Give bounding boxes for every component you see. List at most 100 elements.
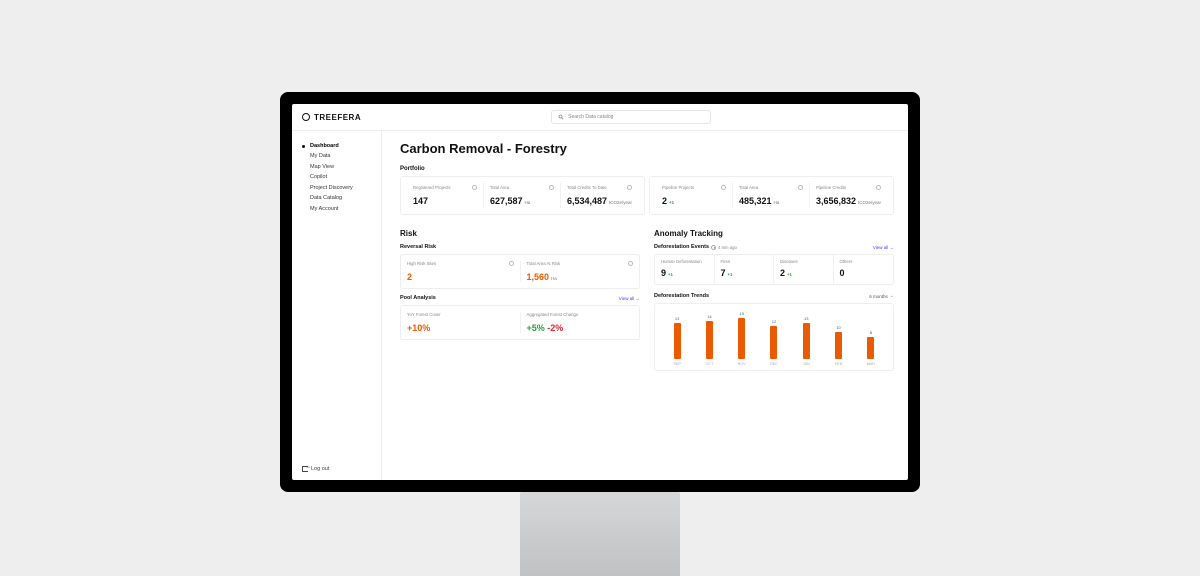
info-icon[interactable] bbox=[876, 185, 881, 190]
sidebar-item-copilot[interactable]: Copilot bbox=[302, 172, 381, 182]
risk-column: Risk Reversal Risk High Risk Sites 2 bbox=[400, 229, 640, 371]
event-label: Others bbox=[840, 259, 888, 264]
stat-value: 485,321 bbox=[739, 196, 772, 206]
stat-unit: tCO2e/year bbox=[609, 200, 632, 205]
pool-analysis-panel: YoY Forest Cover +10% Aggregated Forest … bbox=[400, 305, 640, 340]
bar-chart: 13SEP14OCT15NOV12DEC13JAN10FEB8MAR bbox=[661, 310, 887, 366]
event-value: 2 bbox=[780, 268, 785, 278]
bar-value: 10 bbox=[836, 325, 840, 330]
bar-item: 14 OCT bbox=[698, 314, 720, 367]
info-icon[interactable] bbox=[549, 185, 554, 190]
bar bbox=[803, 323, 810, 359]
stat-label: Pipeline Projects bbox=[662, 185, 694, 190]
sidebar-item-label: Map View bbox=[310, 164, 334, 170]
main-content: Carbon Removal - Forestry Portfolio Regi… bbox=[382, 131, 908, 480]
brand: TREEFERA bbox=[302, 113, 361, 122]
bar-item: 13JAN bbox=[795, 316, 817, 366]
event-cell: Fires 7+1 bbox=[715, 255, 775, 284]
sidebar-item-map-view[interactable]: Map View bbox=[302, 162, 381, 172]
bar-value: 14 bbox=[707, 314, 711, 319]
bar bbox=[770, 326, 777, 359]
reversal-risk-title: Reversal Risk bbox=[400, 244, 436, 250]
search-icon bbox=[558, 114, 564, 120]
stat-delta: +1 bbox=[669, 200, 674, 205]
portfolio-card-pipeline: Pipeline Projects 2+1 Total Area 485,321… bbox=[649, 176, 894, 215]
sidebar-item-label: My Data bbox=[310, 153, 330, 159]
bar bbox=[674, 323, 681, 359]
info-icon[interactable] bbox=[721, 185, 726, 190]
bar-category: MAR bbox=[867, 362, 875, 366]
bar-category: DEC bbox=[770, 362, 778, 366]
bar-category: FEB bbox=[835, 362, 842, 366]
bar-category: NOV bbox=[738, 362, 746, 366]
info-icon[interactable] bbox=[628, 261, 633, 266]
events-updated-meta: 4 min ago bbox=[718, 245, 737, 250]
info-icon[interactable] bbox=[627, 185, 632, 190]
bar bbox=[835, 332, 842, 360]
stat-value: 3,656,832 bbox=[816, 196, 856, 206]
risk-section-title: Risk bbox=[400, 229, 640, 238]
stat-label: Total Credits To Date bbox=[567, 185, 607, 190]
event-delta: +1 bbox=[668, 272, 673, 277]
page-title: Carbon Removal - Forestry bbox=[400, 141, 894, 156]
stat-value: +10% bbox=[407, 323, 430, 333]
portfolio-card-registered: Registered Projects 147 Total Area 627,5… bbox=[400, 176, 645, 215]
info-icon[interactable] bbox=[798, 185, 803, 190]
stat-label: Pipeline Credits bbox=[816, 185, 846, 190]
events-grid: Human Deforestation 9+1 Fires 7+1 Diseas… bbox=[654, 254, 894, 285]
search-input[interactable]: Search Data catalog bbox=[551, 110, 711, 124]
info-icon[interactable] bbox=[472, 185, 477, 190]
stat-label: Aggregated Forest Change bbox=[527, 312, 579, 317]
stat-value: 2 bbox=[407, 272, 412, 282]
stat-value: 1,560 bbox=[527, 272, 550, 282]
pool-analysis-title: Pool Analysis bbox=[400, 295, 436, 301]
deforestation-trends-title: Deforestation Trends bbox=[654, 293, 709, 299]
stat-unit: Ha bbox=[551, 276, 557, 281]
event-value: 7 bbox=[721, 268, 726, 278]
stat-label: Total Area At Risk bbox=[527, 261, 561, 266]
bar-item: 15NOV bbox=[731, 311, 753, 366]
bar bbox=[738, 318, 745, 359]
stat-unit: tCO2e/year bbox=[858, 200, 881, 205]
info-icon[interactable] bbox=[509, 261, 514, 266]
event-cell: Diseases 2+1 bbox=[774, 255, 834, 284]
bar bbox=[867, 337, 874, 359]
reversal-risk-panel: High Risk Sites 2 Total Area At Risk 1,5… bbox=[400, 254, 640, 289]
stat-label: YoY Forest Cover bbox=[407, 312, 441, 317]
stat-unit: Ha bbox=[774, 200, 780, 205]
sidebar-item-label: Project Discovery bbox=[310, 185, 353, 191]
brand-name: TREEFERA bbox=[314, 113, 361, 122]
trends-range-select[interactable]: 6 months ⌄ bbox=[869, 293, 894, 299]
stat-value-negative: -2% bbox=[547, 323, 563, 333]
event-cell: Human Deforestation 9+1 bbox=[655, 255, 715, 284]
anomaly-section-title: Anomaly Tracking bbox=[654, 229, 894, 238]
sidebar-item-project-discovery[interactable]: Project Discovery bbox=[302, 183, 381, 193]
sidebar-item-my-account[interactable]: My Account bbox=[302, 204, 381, 214]
sidebar-item-label: My Account bbox=[310, 206, 338, 212]
sidebar-item-my-data[interactable]: My Data bbox=[302, 151, 381, 161]
bar-value: 13 bbox=[675, 316, 679, 321]
clock-icon bbox=[711, 245, 716, 250]
logout-button[interactable]: Log out bbox=[302, 466, 381, 472]
portfolio-section-label: Portfolio bbox=[400, 166, 894, 172]
bar-category: SEP bbox=[673, 362, 681, 366]
bar-category: OCT bbox=[705, 362, 713, 366]
logout-icon bbox=[302, 466, 308, 472]
bar-item: 12DEC bbox=[763, 319, 785, 366]
event-delta: +1 bbox=[787, 272, 792, 277]
sidebar-item-data-catalog[interactable]: Data Catalog bbox=[302, 193, 381, 203]
stat-value: 147 bbox=[413, 196, 428, 206]
topbar: TREEFERA Search Data catalog bbox=[292, 104, 908, 131]
stat-label: Registered Projects bbox=[413, 185, 451, 190]
monitor-frame: TREEFERA Search Data catalog Dashboard M… bbox=[280, 92, 920, 492]
events-viewall-link[interactable]: View all bbox=[873, 245, 894, 250]
pool-viewall-link[interactable]: View all bbox=[619, 296, 640, 301]
monitor-stand bbox=[520, 492, 680, 576]
event-label: Human Deforestation bbox=[661, 259, 708, 264]
deforestation-events-title: Deforestation Events bbox=[654, 244, 709, 250]
sidebar-item-dashboard[interactable]: Dashboard bbox=[302, 141, 381, 151]
event-delta: +1 bbox=[728, 272, 733, 277]
event-value: 9 bbox=[661, 268, 666, 278]
sidebar-item-label: Data Catalog bbox=[310, 195, 342, 201]
portfolio-row: Registered Projects 147 Total Area 627,5… bbox=[400, 176, 894, 215]
